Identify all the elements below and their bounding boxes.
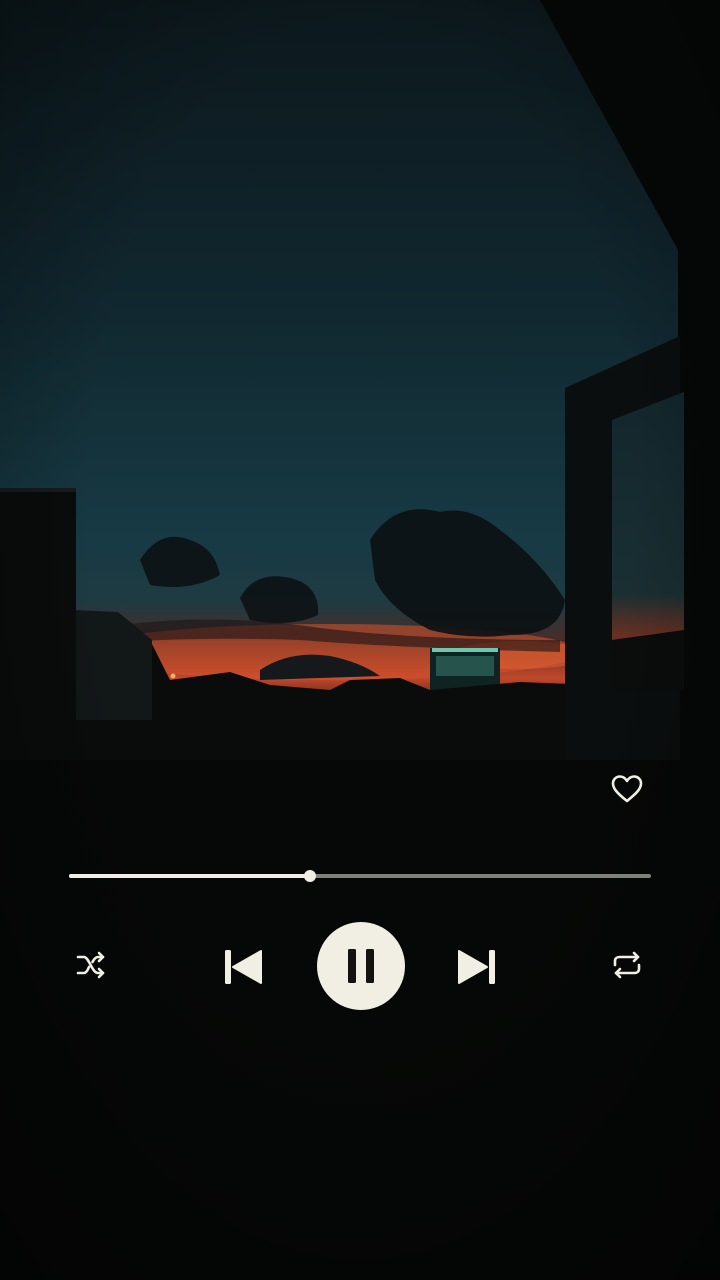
progress-thumb[interactable] bbox=[303, 870, 316, 882]
repeat-icon bbox=[613, 951, 641, 979]
next-track-button[interactable] bbox=[450, 942, 504, 992]
shuffle-icon bbox=[76, 951, 105, 979]
play-pause-button[interactable] bbox=[317, 922, 405, 1010]
music-player-screen bbox=[0, 0, 720, 1280]
heart-outline-icon bbox=[611, 775, 643, 803]
repeat-button[interactable] bbox=[606, 944, 648, 986]
skip-previous-icon bbox=[225, 950, 262, 984]
shuffle-button[interactable] bbox=[70, 944, 112, 986]
previous-track-button[interactable] bbox=[216, 942, 270, 992]
background-photo bbox=[0, 0, 720, 1280]
progress-fill bbox=[69, 874, 310, 878]
playback-progress-bar[interactable] bbox=[69, 866, 651, 886]
pause-icon bbox=[348, 949, 374, 983]
like-button[interactable] bbox=[606, 768, 648, 810]
skip-next-icon bbox=[458, 950, 495, 984]
